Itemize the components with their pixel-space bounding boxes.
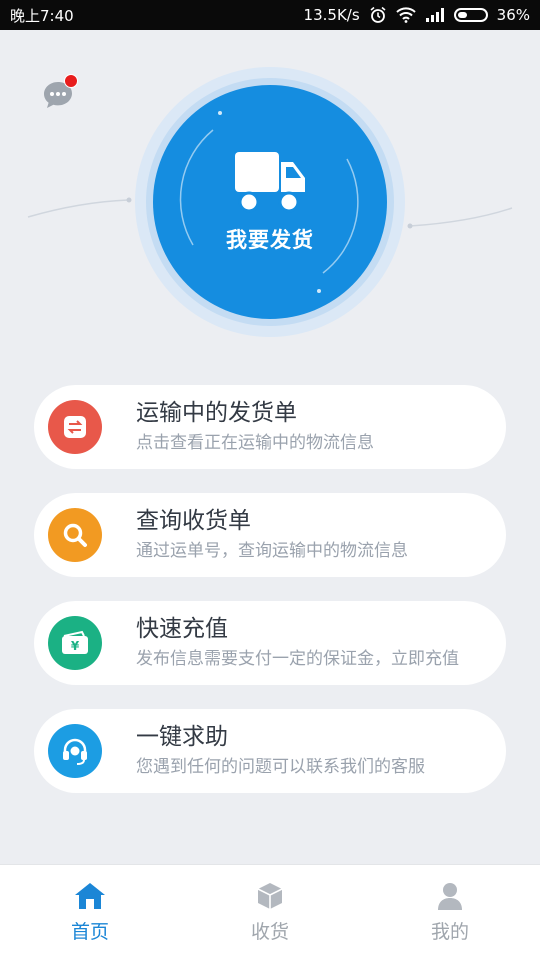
- headset-icon: [48, 724, 102, 778]
- search-icon: [48, 508, 102, 562]
- message-button[interactable]: [42, 74, 78, 110]
- signal-icon: [425, 7, 445, 23]
- ship-goods-button[interactable]: 我要发货: [153, 85, 387, 319]
- home-icon: [75, 883, 105, 909]
- battery-level: 36%: [496, 6, 530, 24]
- menu-item-title: 运输中的发货单: [136, 400, 297, 426]
- menu-item-shipping-orders[interactable]: 运输中的发货单 点击查看正在运输中的物流信息: [34, 385, 506, 469]
- bottom-tab-bar: 首页 收货 我的: [0, 864, 540, 961]
- battery-icon: [453, 8, 488, 22]
- menu-item-quick-recharge[interactable]: ¥ 快速充值 发布信息需要支付一定的保证金，立即充值: [34, 601, 506, 685]
- menu-item-text: 查询收货单 通过运单号，查询运输中的物流信息: [136, 506, 408, 564]
- menu-item-title: 快速充值: [136, 616, 228, 642]
- menu-item-text: 一键求助 您遇到任何的问题可以联系我们的客服: [136, 722, 425, 780]
- box-icon: [257, 883, 283, 909]
- menu-item-subtitle: 点击查看正在运输中的物流信息: [136, 433, 374, 453]
- user-icon: [438, 883, 462, 910]
- status-right-group: 13.5K/s 36%: [304, 6, 530, 24]
- tab-label: 我的: [430, 921, 469, 943]
- wallet-icon: ¥: [48, 616, 102, 670]
- exchange-icon: [48, 400, 102, 454]
- hero-arcs: [179, 111, 359, 293]
- menu-item-title: 查询收货单: [136, 508, 251, 534]
- unread-badge: [64, 74, 78, 88]
- tab-label: 收货: [250, 921, 289, 943]
- menu-item-text: 运输中的发货单 点击查看正在运输中的物流信息: [136, 398, 374, 456]
- tab-label: 首页: [70, 921, 109, 943]
- tab-mine[interactable]: 我的: [360, 865, 540, 961]
- menu-item-subtitle: 您遇到任何的问题可以联系我们的客服: [136, 757, 425, 777]
- status-bar: 晚上7:40 13.5K/s 36%: [0, 0, 540, 30]
- menu-item-text: 快速充值 发布信息需要支付一定的保证金，立即充值: [136, 614, 459, 672]
- wifi-icon: [395, 7, 416, 23]
- tab-home[interactable]: 首页: [0, 865, 180, 961]
- menu-item-subtitle: 通过运单号，查询运输中的物流信息: [136, 541, 408, 561]
- svg-text:¥: ¥: [71, 639, 80, 653]
- menu-item-help[interactable]: 一键求助 您遇到任何的问题可以联系我们的客服: [34, 709, 506, 793]
- tab-receive[interactable]: 收货: [180, 865, 360, 961]
- network-speed: 13.5K/s: [303, 6, 360, 24]
- menu-item-query-receipt[interactable]: 查询收货单 通过运单号，查询运输中的物流信息: [34, 493, 506, 577]
- status-time: 晚上7:40: [10, 6, 74, 25]
- menu-item-subtitle: 发布信息需要支付一定的保证金，立即充值: [136, 649, 459, 669]
- menu-item-title: 一键求助: [136, 724, 228, 750]
- alarm-icon: [369, 6, 387, 24]
